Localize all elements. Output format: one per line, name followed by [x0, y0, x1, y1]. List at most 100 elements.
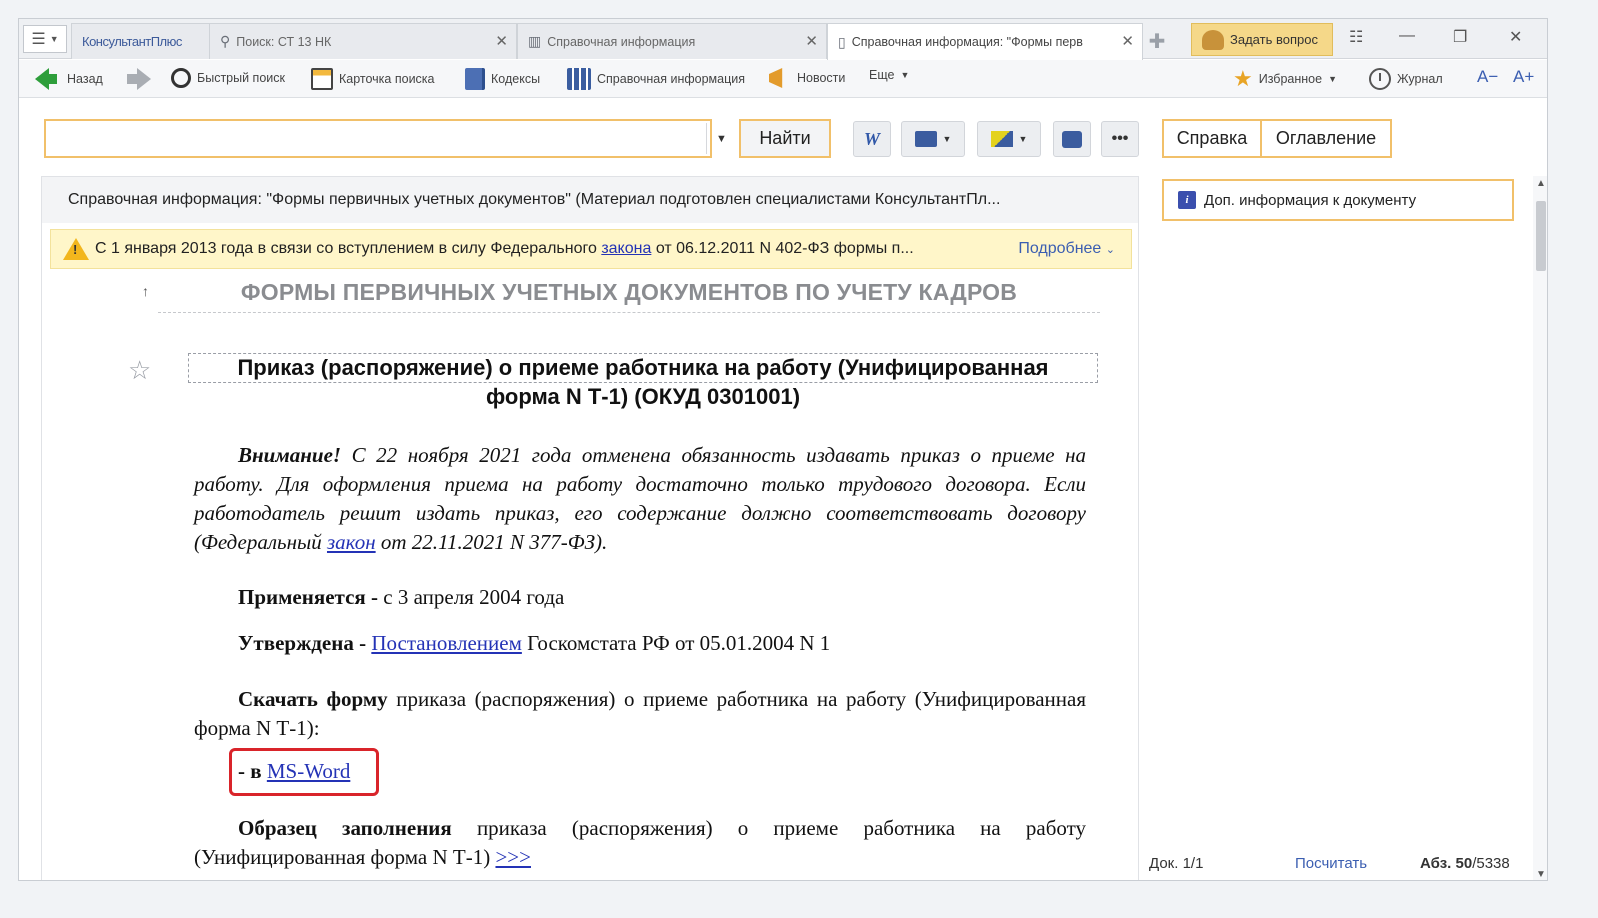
quick-search-label: Быстрый поиск	[197, 71, 285, 85]
notice-more-label: Подробнее	[1018, 240, 1102, 257]
tab-contents[interactable]: Оглавление	[1260, 119, 1392, 158]
more-label: Еще	[869, 68, 895, 82]
search-card-icon	[311, 68, 333, 90]
applies-label: Применяется -	[238, 585, 379, 609]
warning-icon	[63, 238, 89, 260]
download-label: Скачать форму	[238, 687, 388, 711]
print-button[interactable]: ▼	[901, 121, 965, 157]
notice-more-link[interactable]: Подробнее ⌄	[1018, 240, 1115, 258]
journal-button[interactable]: Журнал	[1369, 68, 1443, 90]
extra-info-button[interactable]: i Доп. информация к документу	[1162, 179, 1514, 221]
notice-law-link[interactable]: закона	[601, 240, 651, 257]
up-arrow-icon[interactable]: ↑	[142, 283, 149, 299]
tab-active-label: Справочная информация: "Формы перв	[851, 35, 1083, 49]
scroll-thumb[interactable]	[1536, 201, 1546, 271]
news-label: Новости	[797, 71, 846, 85]
reference-button[interactable]: Справочная информация	[567, 68, 745, 90]
tab-bar: ☰ ▼ КонсультантПлюс ⚲ Поиск: СТ 13 НК ✕ ▥…	[19, 19, 1547, 60]
reference-label: Справочная информация	[597, 72, 746, 86]
books-icon: ▥	[528, 33, 542, 49]
scroll-up-icon[interactable]: ▲	[1536, 178, 1546, 189]
find-button[interactable]: Найти	[739, 119, 831, 158]
close-icon[interactable]: ✕	[805, 32, 818, 50]
paragraph-current: Абз. 50	[1420, 855, 1473, 872]
hamburger-icon: ☰	[31, 31, 46, 48]
approved-link[interactable]: Постановлением	[371, 631, 522, 655]
close-window-icon[interactable]: ✕	[1509, 27, 1522, 47]
settings-icon[interactable]: ☷	[1349, 27, 1363, 47]
history-clock-icon	[1369, 68, 1391, 90]
ellipsis-icon: •••	[1111, 130, 1129, 147]
more-button[interactable]: Еще ▼	[869, 68, 909, 82]
status-bar: Док. 1/1 Посчитать Абз. 50/5338	[1149, 855, 1529, 879]
tab-reference-label: Справочная информация	[547, 34, 696, 49]
tab-search[interactable]: ⚲ Поиск: СТ 13 НК ✕	[209, 23, 517, 59]
favorites-label: Избранное	[1258, 72, 1323, 86]
ask-question-label: Задать вопрос	[1230, 32, 1318, 47]
favorites-button[interactable]: ★ Избранное ▼	[1233, 68, 1337, 90]
info-icon: i	[1178, 191, 1196, 209]
close-icon[interactable]: ✕	[1121, 32, 1134, 50]
font-decrease-button[interactable]: A−	[1477, 67, 1498, 87]
form-title-line-2: форма N Т-1) (ОКУД 0301001)	[485, 384, 801, 409]
sample-link[interactable]: >>>	[495, 845, 531, 869]
app-window: ☰ ▼ КонсультантПлюс ⚲ Поиск: СТ 13 НК ✕ ▥…	[18, 18, 1548, 881]
forward-button[interactable]	[127, 68, 151, 90]
export-word-button[interactable]: W	[853, 121, 891, 157]
attention-law-link[interactable]: закон	[327, 530, 376, 554]
close-icon[interactable]: ✕	[495, 32, 508, 50]
side-scrollbar[interactable]: ▲ ▼	[1533, 176, 1547, 880]
download-paragraph: Скачать форму приказа (распоряжения) о п…	[194, 685, 1086, 743]
codes-label: Кодексы	[491, 72, 541, 86]
back-button[interactable]: Назад	[35, 68, 103, 90]
ask-question-button[interactable]: Задать вопрос	[1191, 23, 1333, 56]
extra-info-label: Доп. информация к документу	[1204, 191, 1417, 209]
minimize-icon[interactable]: —	[1399, 27, 1415, 45]
marker-icon	[990, 131, 1013, 147]
notice-text-tail: от 06.12.2011 N 402-ФЗ формы п...	[655, 240, 914, 257]
main-menu-button[interactable]: ☰ ▼	[23, 25, 67, 53]
caret-down-icon: ▼	[1328, 74, 1338, 84]
more-actions-button[interactable]: •••	[1101, 121, 1139, 157]
tab-home[interactable]: КонсультантПлюс	[71, 23, 211, 59]
journal-label: Журнал	[1397, 72, 1443, 86]
attention-bold: Внимание!	[238, 443, 342, 467]
notice-banner: С 1 января 2013 года в связи со вступлен…	[50, 229, 1132, 269]
news-button[interactable]: Новости	[769, 68, 845, 88]
search-card-label: Карточка поиска	[339, 72, 435, 86]
approved-label: Утверждена -	[238, 631, 367, 655]
attention-paragraph: Внимание! С 22 ноября 2021 года отменена…	[194, 441, 1086, 557]
tab-reference[interactable]: ▥ Справочная информация ✕	[517, 23, 827, 59]
tab-active-document[interactable]: ▯ Справочная информация: "Формы перв ✕	[827, 23, 1143, 60]
paragraph-total: /5338	[1472, 855, 1510, 872]
add-favorite-star-icon[interactable]: ☆	[128, 355, 151, 386]
codes-button[interactable]: Кодексы	[465, 68, 540, 90]
applies-paragraph: Применяется - с 3 апреля 2004 года	[194, 583, 1086, 612]
quick-search-button[interactable]: Быстрый поиск	[171, 68, 285, 88]
search-history-dropdown[interactable]: ▼	[706, 123, 736, 154]
form-title-frame	[188, 353, 1098, 383]
caret-down-icon: ▼	[1018, 134, 1028, 144]
search-input[interactable]: ▼	[44, 119, 727, 158]
caret-down-icon: ▼	[49, 34, 59, 44]
paragraph-position: Абз. 50/5338	[1420, 855, 1510, 872]
highlight-button[interactable]: ▼	[977, 121, 1041, 157]
tab-help[interactable]: Справка	[1162, 119, 1262, 158]
count-link[interactable]: Посчитать	[1295, 855, 1367, 872]
comment-button[interactable]	[1053, 121, 1091, 157]
font-increase-button[interactable]: A+	[1513, 67, 1534, 87]
restore-icon[interactable]: ❐	[1453, 27, 1467, 47]
search-card-button[interactable]: Карточка поиска	[311, 68, 435, 90]
consultant-icon	[1202, 29, 1224, 50]
printer-icon	[914, 131, 937, 147]
search-icon: ⚲	[220, 33, 231, 49]
scroll-down-icon[interactable]: ▼	[1536, 869, 1546, 880]
document-view: Справочная информация: "Формы первичных …	[41, 176, 1139, 880]
new-tab-button[interactable]: ✚	[1142, 27, 1172, 55]
chevron-down-icon: ⌄	[1105, 244, 1115, 256]
document-icon: ▯	[838, 33, 846, 50]
document-title: Справочная информация: "Формы первичных …	[42, 177, 1138, 223]
applies-value: с 3 апреля 2004 года	[383, 585, 565, 609]
doc-counter: Док. 1/1	[1149, 855, 1204, 872]
notice-text: С 1 января 2013 года в связи со вступлен…	[95, 240, 597, 257]
